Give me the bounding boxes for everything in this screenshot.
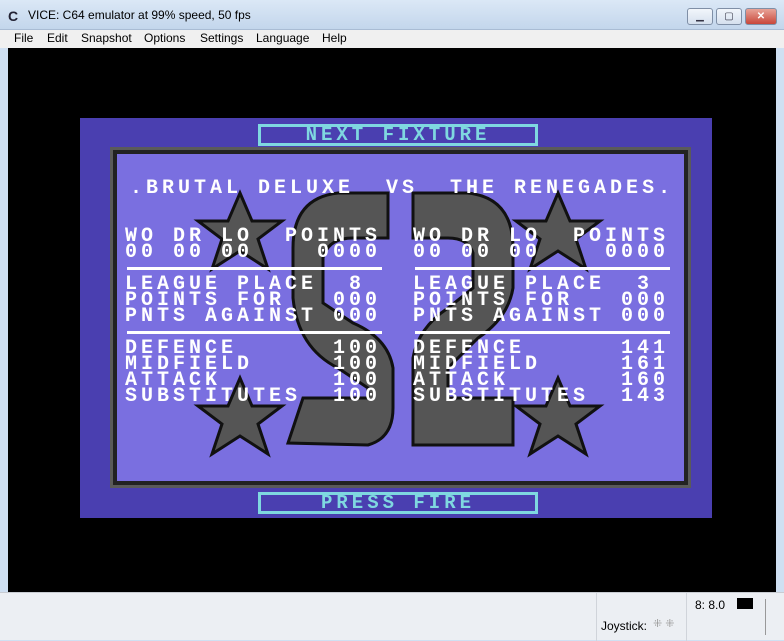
joystick-cell: Joystick: ⁜ ⁜ xyxy=(596,593,686,641)
menu-help[interactable]: Help xyxy=(322,31,347,45)
right-record-values: 00 00 00 0000 xyxy=(413,241,670,264)
drive-cell: 8: 8.0 xyxy=(686,593,784,641)
right-points-against: PNTS AGAINST 000 xyxy=(413,305,670,328)
menu-bar: File Edit Snapshot Options Settings Lang… xyxy=(0,30,784,48)
divider xyxy=(415,331,670,334)
left-record-values: 00 00 00 0000 xyxy=(125,241,382,264)
menu-options[interactable]: Options xyxy=(144,31,185,45)
left-points-against: PNTS AGAINST 000 xyxy=(125,305,382,328)
maximize-button[interactable]: ▢ xyxy=(716,8,742,25)
menu-language[interactable]: Language xyxy=(256,31,309,45)
left-substitutes: SUBSTITUTES 100 xyxy=(125,385,382,408)
fixture-title: .BRUTAL DELUXE VS THE RENEGADES. xyxy=(130,177,675,200)
right-substitutes: SUBSTITUTES 143 xyxy=(413,385,670,408)
commodore-icon: C xyxy=(8,8,19,24)
press-fire-banner: PRESS FIRE xyxy=(258,492,538,514)
drive-led-icon xyxy=(737,598,753,609)
close-button[interactable]: ✕ xyxy=(745,8,777,25)
status-bar: Joystick: ⁜ ⁜ 8: 8.0 xyxy=(0,592,784,641)
minimize-button[interactable]: ▁ xyxy=(687,8,713,25)
header-banner: NEXT FIXTURE xyxy=(258,124,538,146)
window-title: VICE: C64 emulator at 99% speed, 50 fps xyxy=(28,8,251,22)
divider xyxy=(127,331,382,334)
joystick-label: Joystick: xyxy=(601,619,648,633)
divider xyxy=(415,267,670,270)
title-bar: C VICE: C64 emulator at 99% speed, 50 fp… xyxy=(0,0,784,30)
divider xyxy=(127,267,382,270)
menu-edit[interactable]: Edit xyxy=(47,31,68,45)
menu-snapshot[interactable]: Snapshot xyxy=(81,31,132,45)
menu-file[interactable]: File xyxy=(14,31,33,45)
joystick-port-icon: ⁜ ⁜ xyxy=(653,618,675,630)
volume-slider[interactable] xyxy=(765,599,775,635)
drive-status: 8: 8.0 xyxy=(695,598,726,612)
menu-settings[interactable]: Settings xyxy=(200,31,243,45)
emulator-screen[interactable]: NEXT FIXTURE PRESS FIRE .BRUTAL DELUXE V… xyxy=(8,48,776,592)
